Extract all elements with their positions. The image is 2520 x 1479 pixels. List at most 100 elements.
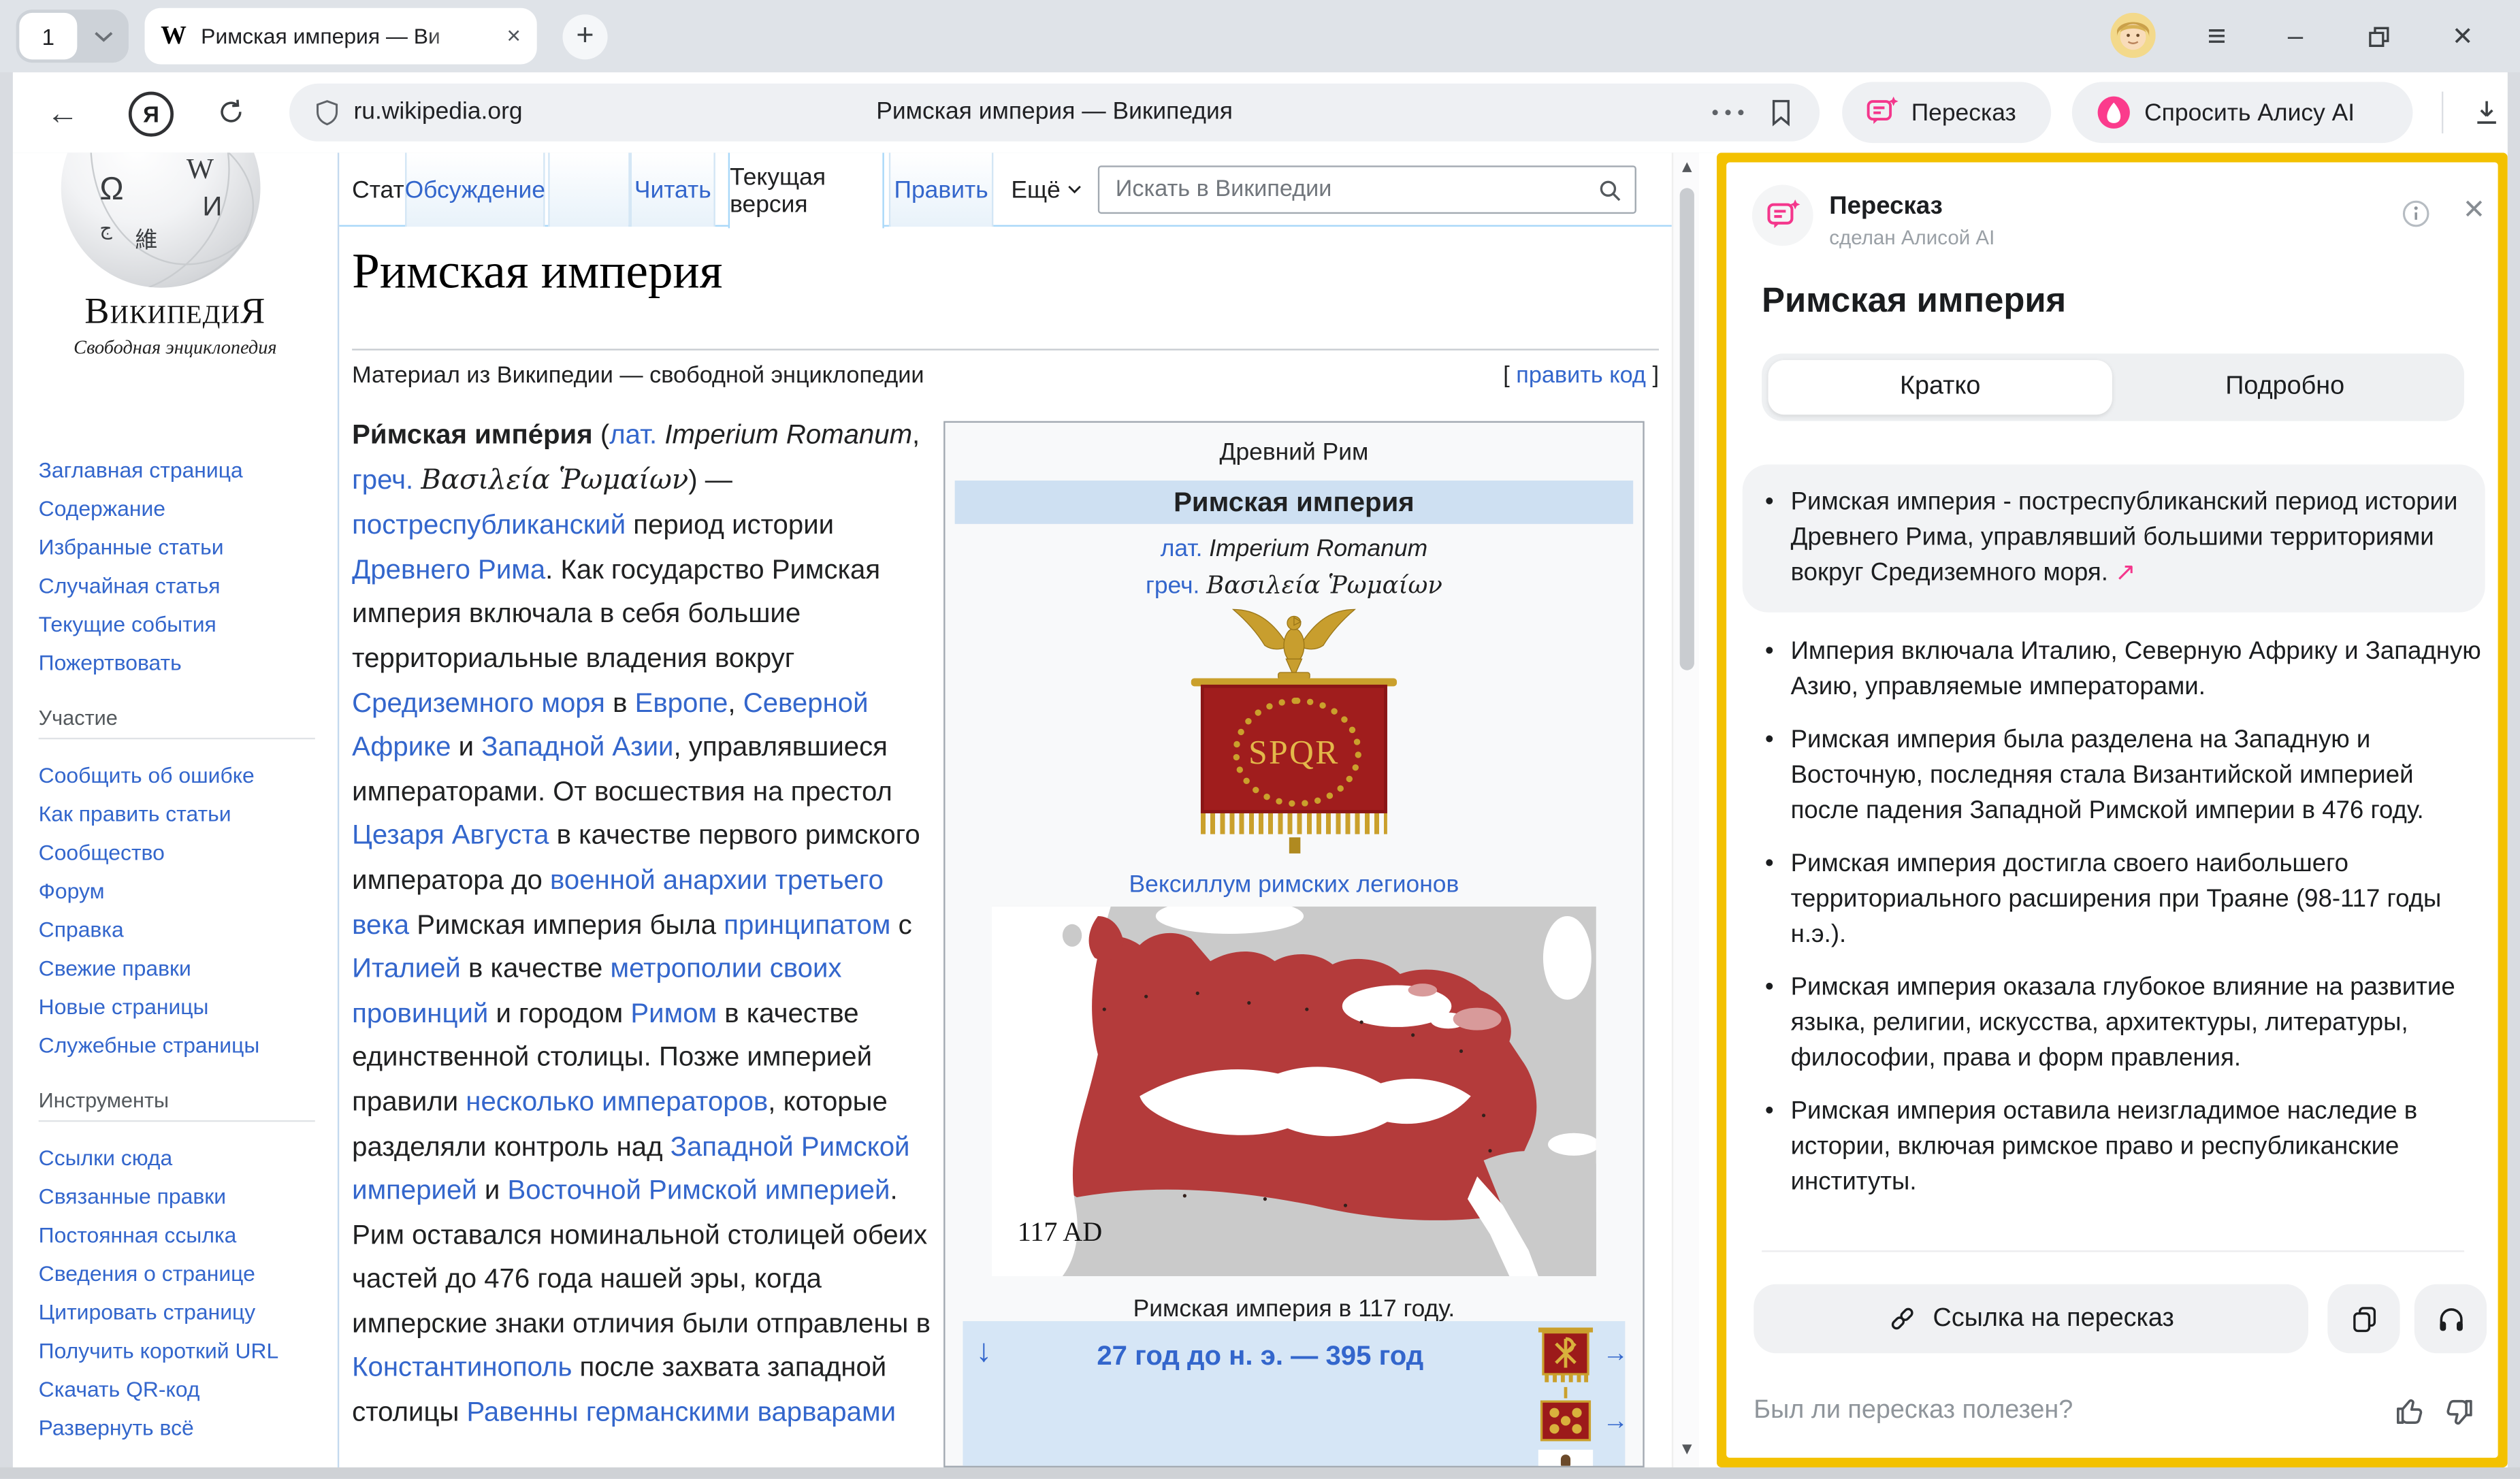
- timeline-dates-link[interactable]: 27 год до н. э. — 395 год: [1011, 1340, 1509, 1372]
- copy-text-button[interactable]: [2327, 1284, 2400, 1354]
- sidebar-item-page-info[interactable]: Сведения о странице: [39, 1255, 322, 1294]
- tab-edit[interactable]: Править: [889, 152, 993, 227]
- sidebar-item-whatlinkshere[interactable]: Ссылки сюда: [39, 1139, 322, 1178]
- sidebar-item-help[interactable]: Справка: [39, 911, 260, 950]
- yandex-button[interactable]: Я: [129, 92, 174, 137]
- empire-map-117ad[interactable]: 117 AD: [992, 907, 1596, 1276]
- text-segment: ) —: [688, 464, 732, 494]
- sidebar-item-current-events[interactable]: Текущие события: [39, 606, 243, 645]
- page-scrollbar[interactable]: ▲ ▼: [1672, 152, 1699, 1467]
- sidebar-item-cite-page[interactable]: Цитировать страницу: [39, 1294, 322, 1333]
- wikipedia-logo-globe[interactable]: W Ω И 維 ج: [61, 152, 261, 287]
- tab-counter-button[interactable]: 1: [16, 10, 129, 63]
- thumbs-up-icon: [2392, 1392, 2429, 1429]
- new-tab-button[interactable]: +: [562, 14, 607, 59]
- search-icon[interactable]: [1596, 177, 1624, 204]
- panel-divider: [1762, 1250, 2464, 1252]
- spqr-vexillum[interactable]: SPQR: [1201, 685, 1387, 834]
- wiki-link[interactable]: Европе: [635, 687, 728, 718]
- sidebar-item-related-changes[interactable]: Связанные правки: [39, 1178, 322, 1217]
- sidebar-item-contents[interactable]: Содержание: [39, 490, 243, 529]
- scroll-up-arrow[interactable]: ▲: [1673, 159, 1700, 182]
- ask-alice-button[interactable]: Спросить Алису AI: [2072, 82, 2413, 143]
- sidebar-item-report-error[interactable]: Сообщить об ошибке: [39, 757, 260, 796]
- scrollbar-thumb[interactable]: [1680, 188, 1694, 670]
- tab-talk[interactable]: Обсуждение: [405, 152, 545, 227]
- wiki-link[interactable]: Древнего Рима: [352, 554, 545, 585]
- infobox-series[interactable]: Древний Рим: [946, 439, 1643, 466]
- wiki-link[interactable]: греч.: [352, 464, 413, 494]
- avatar[interactable]: [2111, 13, 2156, 58]
- more-actions-icon[interactable]: [1711, 108, 1746, 117]
- sidebar-item-expand-all[interactable]: Развернуть всё: [39, 1410, 322, 1448]
- timeline-next-arrow-icon[interactable]: →: [1602, 1340, 1628, 1369]
- edit-source-link[interactable]: править код: [1516, 363, 1646, 389]
- wiki-link[interactable]: лат.: [609, 419, 657, 450]
- summary-toolbar-button[interactable]: Пересказ: [1842, 82, 2051, 143]
- wiki-link[interactable]: Римом: [630, 998, 717, 1028]
- sidebar-item-new-pages[interactable]: Новые страницы: [39, 988, 260, 1027]
- timeline-next-arrow-icon2[interactable]: →: [1602, 1408, 1628, 1437]
- tab-brief[interactable]: Кратко: [1768, 360, 2112, 415]
- sidebar-item-mainpage[interactable]: Заглавная страница: [39, 452, 243, 491]
- bookmark-icon[interactable]: [1765, 95, 1797, 130]
- reload-button[interactable]: [212, 93, 251, 132]
- wiki-link[interactable]: Цезаря Августа: [352, 820, 549, 851]
- sidebar-item-donate[interactable]: Пожертвовать: [39, 645, 243, 683]
- thumbs-down-button[interactable]: [2440, 1395, 2477, 1432]
- scroll-down-arrow[interactable]: ▼: [1673, 1442, 1700, 1464]
- close-button[interactable]: ✕: [2443, 18, 2482, 56]
- back-button[interactable]: ←: [42, 93, 83, 135]
- wiki-link[interactable]: постреспубликанский: [352, 510, 626, 540]
- source-link-arrow-icon[interactable]: ↗: [2115, 559, 2136, 587]
- tab-close-icon[interactable]: ×: [506, 22, 521, 50]
- listen-button[interactable]: [2414, 1284, 2487, 1354]
- menu-button[interactable]: ≡: [2197, 18, 2236, 56]
- wiki-link[interactable]: несколько императоров: [466, 1086, 768, 1117]
- tab-detailed[interactable]: Подробно: [2112, 360, 2458, 415]
- wiki-link[interactable]: германскими варварами: [586, 1397, 896, 1427]
- restore-button[interactable]: [2360, 18, 2399, 56]
- wiki-link[interactable]: Восточной Римской империей: [508, 1175, 890, 1205]
- wiki-link[interactable]: Западной Азии: [481, 732, 673, 762]
- next-flag-partial[interactable]: [1538, 1450, 1593, 1467]
- wiki-link[interactable]: Италией: [352, 954, 461, 984]
- sidebar-item-how-to-edit[interactable]: Как править статьи: [39, 796, 260, 834]
- sidebar-item-short-url[interactable]: Получить короткий URL: [39, 1333, 322, 1371]
- disc-banner-flag[interactable]: [1538, 1398, 1593, 1443]
- tab-read[interactable]: Читать: [630, 152, 715, 227]
- sidebar-item-forum[interactable]: Форум: [39, 873, 260, 911]
- copy-summary-link-button[interactable]: Ссылка на пересказ: [1754, 1284, 2308, 1354]
- sidebar-item-random[interactable]: Случайная статья: [39, 568, 243, 606]
- timeline-down-arrow-icon[interactable]: ↓: [975, 1334, 992, 1371]
- search-input[interactable]: [1098, 165, 1636, 214]
- summary-heading: Римская империя: [1762, 281, 2066, 321]
- address-bar[interactable]: ru.wikipedia.org Римская империя — Викип…: [289, 84, 1820, 142]
- sidebar-item-featured[interactable]: Избранные статьи: [39, 529, 243, 568]
- aquila-eagle-icon[interactable]: [1227, 590, 1361, 683]
- text-segment: с: [890, 909, 911, 939]
- tab-more[interactable]: Ещё: [1011, 152, 1081, 227]
- latin-language-link[interactable]: лат.: [1161, 535, 1203, 562]
- panel-close-button[interactable]: ✕: [2463, 195, 2486, 227]
- labarum-flag[interactable]: [1538, 1326, 1593, 1387]
- wiki-link[interactable]: принципатом: [724, 909, 890, 939]
- sidebar-item-permanent-link[interactable]: Постоянная ссылка: [39, 1217, 322, 1256]
- greek-language-link[interactable]: греч.: [1146, 572, 1199, 600]
- download-icon: [2470, 97, 2502, 129]
- tab-current-version[interactable]: Текущая версия: [728, 152, 884, 228]
- article-area: Статья Обсуждение Читать Текущая версия …: [339, 152, 1672, 1467]
- wiki-link[interactable]: Средиземного моря: [352, 687, 605, 718]
- wiki-link[interactable]: Константинополь: [352, 1352, 572, 1383]
- browser-tab[interactable]: W Римская империя — Ви ×: [145, 8, 537, 65]
- sidebar-item-special-pages[interactable]: Служебные страницы: [39, 1027, 260, 1066]
- sidebar-item-qr-code[interactable]: Скачать QR-код: [39, 1371, 322, 1410]
- sidebar-item-community[interactable]: Сообщество: [39, 834, 260, 873]
- downloads-button[interactable]: [2466, 92, 2507, 133]
- tab-variant[interactable]: [548, 152, 630, 227]
- wiki-link[interactable]: Равенны: [466, 1397, 578, 1427]
- info-button[interactable]: [2400, 197, 2432, 229]
- thumbs-up-button[interactable]: [2392, 1392, 2429, 1429]
- minimize-button[interactable]: –: [2276, 18, 2315, 56]
- sidebar-item-recent-changes[interactable]: Свежие правки: [39, 950, 260, 989]
